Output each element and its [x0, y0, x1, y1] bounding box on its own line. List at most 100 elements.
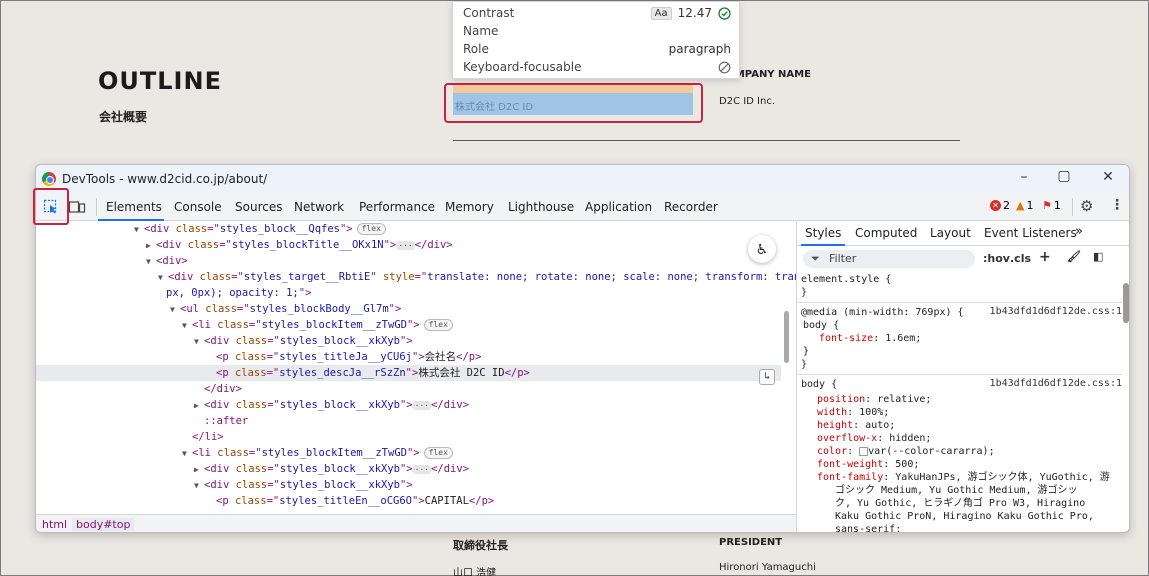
tab-lighthouse[interactable]: Lighthouse — [508, 200, 574, 214]
styles-scrollbar[interactable] — [1122, 273, 1129, 532]
media-rule[interactable]: @media (min-width: 769px) { — [801, 306, 964, 319]
css-line[interactable]: body { — [803, 319, 839, 332]
breadcrumb-body[interactable]: body#top — [72, 518, 135, 531]
dom-node[interactable]: ▼ <div class="styles_block__Qqfes"> flex — [36, 221, 386, 237]
tab-styles[interactable]: Styles — [805, 226, 841, 240]
dom-node[interactable]: <p class="styles_titleJa__yCU6j">会社名</p> — [36, 349, 481, 365]
css-source-link[interactable]: 1b43dfd1d6df12de.css:1 — [990, 306, 1122, 317]
dom-punct: =" — [248, 319, 262, 331]
dom-node-wrap[interactable]: px, 0px); opacity: 1;"> — [36, 285, 311, 301]
role-value: paragraph — [668, 42, 731, 56]
tab-sources[interactable]: Sources — [235, 200, 282, 214]
dom-node[interactable]: ▼ <div class="styles_block__xkXyb"> — [36, 477, 413, 493]
dom-node[interactable]: ▶ <div class="styles_block__xkXyb"> ··· </d… — [36, 397, 469, 413]
accessibility-tree-icon[interactable]: ♿ — [748, 235, 776, 263]
dom-node[interactable]: ::after — [36, 413, 248, 429]
president-name-en: Hironori Yamaguchi — [719, 562, 816, 573]
css-line[interactable]: font-size: 1.6em; — [819, 332, 921, 345]
css-line[interactable]: font-family: YakuHanJPs, 游ゴシック体, YuGothi… — [817, 471, 1110, 484]
dom-attr-name: class — [234, 351, 267, 363]
issues-badge[interactable]: ⚑ 1 — [1042, 199, 1061, 212]
hov-toggle[interactable]: :hov — [983, 252, 1010, 265]
css-line[interactable]: ゴシック Medium, Yu Gothic Medium, 游ゴシッ — [835, 484, 1078, 497]
filter-icon: ⏷ — [811, 252, 820, 265]
dom-attr-value: styles_blockBody__Gl7m — [249, 303, 389, 315]
more-options-icon[interactable]: ⋮ — [1110, 197, 1124, 213]
body-rule[interactable]: body { — [801, 378, 837, 391]
dom-attr-value: styles_block__Qqfes — [219, 223, 340, 235]
paint-brush-icon[interactable]: 🖌 — [1067, 250, 1081, 263]
css-line[interactable]: position: relative; — [817, 393, 931, 406]
settings-gear-icon[interactable]: ⚙ — [1080, 197, 1093, 215]
tab-event-listeners[interactable]: Event Listeners — [984, 226, 1077, 240]
dom-punct: =" — [248, 447, 262, 459]
css-line[interactable]: height: auto; — [817, 419, 895, 432]
expand-toggle-icon: ▶ — [146, 241, 151, 250]
close-icon[interactable]: ✕ — [1098, 169, 1118, 185]
breadcrumb-html[interactable]: html — [42, 518, 67, 531]
css-token: } — [803, 346, 810, 357]
css-prop: color — [817, 446, 848, 457]
css-line[interactable]: } — [803, 345, 809, 358]
maximize-icon[interactable]: ▢ — [1054, 168, 1074, 184]
dom-node[interactable]: ▼ <div> — [36, 253, 188, 269]
tab-computed[interactable]: Computed — [855, 226, 917, 240]
dom-node[interactable]: ▼ <div class="styles_block__xkXyb"> — [36, 333, 413, 349]
css-line[interactable]: sans-serif; — [835, 523, 901, 532]
tooltip-keyboard-row: Keyboard-focusable — [463, 58, 731, 76]
css-source-link[interactable]: 1b43dfd1d6df12de.css:1 — [990, 378, 1122, 389]
dom-tag: <p — [216, 495, 235, 507]
dom-node[interactable]: ▶ <div class="styles_blockTitle__OKx1N"> ·… — [36, 237, 453, 253]
css-line[interactable]: width: 100%; — [817, 406, 889, 419]
dom-node[interactable]: ▼ <li class="styles_blockItem__zTwGD"> fle… — [36, 445, 453, 461]
dom-node[interactable]: ▼ <li class="styles_blockItem__zTwGD"> fle… — [36, 317, 453, 333]
tab-memory[interactable]: Memory — [445, 200, 494, 214]
dom-node-selected[interactable]: <p class="styles_descJa__rSzZn">株式会社 D2C… — [36, 365, 781, 381]
minimize-icon[interactable]: – — [1014, 169, 1034, 185]
warnings-badge[interactable]: ▲ 1 — [1016, 199, 1033, 212]
css-line[interactable]: overflow-x: hidden; — [817, 432, 931, 445]
tab-layout[interactable]: Layout — [930, 226, 971, 240]
dom-tag: </li> — [192, 431, 224, 443]
errors-badge[interactable]: ✕ 2 — [990, 199, 1010, 212]
devtools-window: DevTools - www.d2cid.co.jp/about/ – ▢ ✕ … — [35, 164, 1130, 533]
toggle-sidebar-icon[interactable]: ◧ — [1093, 250, 1103, 263]
check-circle-icon — [718, 6, 731, 20]
ai-assist-icon[interactable]: ↳ — [759, 369, 775, 385]
rule-separator — [797, 302, 1122, 303]
rule-separator — [797, 374, 1122, 375]
dom-node[interactable]: ▼ <ul class="styles_blockBody__Gl7m"> — [36, 301, 401, 317]
highlight-annotation-box — [444, 83, 703, 123]
elements-scrollbar[interactable] — [784, 311, 789, 363]
dom-attr-value: translate: none; rotate: none; scale: no… — [427, 271, 796, 283]
css-line[interactable]: } — [801, 358, 807, 371]
css-line[interactable]: } — [801, 286, 807, 299]
dom-node[interactable]: </div> — [36, 381, 242, 397]
tab-console[interactable]: Console — [174, 200, 222, 214]
css-line[interactable]: Kaku Gothic ProN, Hiragino Kaku Gothic P… — [835, 510, 1094, 523]
dom-text: CAPITAL — [424, 495, 469, 507]
tab-recorder[interactable]: Recorder — [664, 200, 718, 214]
tab-elements[interactable]: Elements — [106, 200, 162, 214]
dom-punct: =" — [236, 303, 250, 315]
cls-toggle[interactable]: .cls — [1010, 252, 1031, 265]
element-style-rule[interactable]: element.style { — [801, 273, 891, 286]
dom-node[interactable]: <p class="styles_titleEn__oCG6O">CAPITAL… — [36, 493, 494, 509]
device-toolbar-icon[interactable] — [68, 198, 86, 216]
styles-filter-input[interactable]: Filter — [803, 250, 975, 268]
css-line[interactable]: ク, Yu Gothic, ヒラギノ角ゴ Pro W3, Hiragino — [835, 497, 1085, 510]
tab-network[interactable]: Network — [294, 200, 344, 214]
styles-scroll-thumb[interactable] — [1123, 283, 1129, 323]
add-rule-icon[interactable]: + — [1039, 249, 1051, 265]
dom-node[interactable]: ▼ <div class="styles_target__RbtiE" style… — [36, 269, 796, 285]
css-line[interactable]: font-weight: 500; — [817, 458, 919, 471]
tab-performance[interactable]: Performance — [359, 200, 435, 214]
dom-node[interactable]: ▶ <div class="styles_block__xkXyb"> ··· </d… — [36, 461, 469, 477]
color-swatch-icon[interactable] — [859, 446, 869, 456]
dom-node[interactable]: </li> — [36, 429, 224, 445]
media-query: @media (min-width: 769px) { — [801, 307, 964, 318]
css-line[interactable]: color: var(--color-cararra); — [817, 445, 995, 458]
dom-punct: "> — [339, 223, 353, 235]
more-tabs-chevron-icon[interactable]: » — [1075, 224, 1083, 239]
tab-application[interactable]: Application — [585, 200, 652, 214]
